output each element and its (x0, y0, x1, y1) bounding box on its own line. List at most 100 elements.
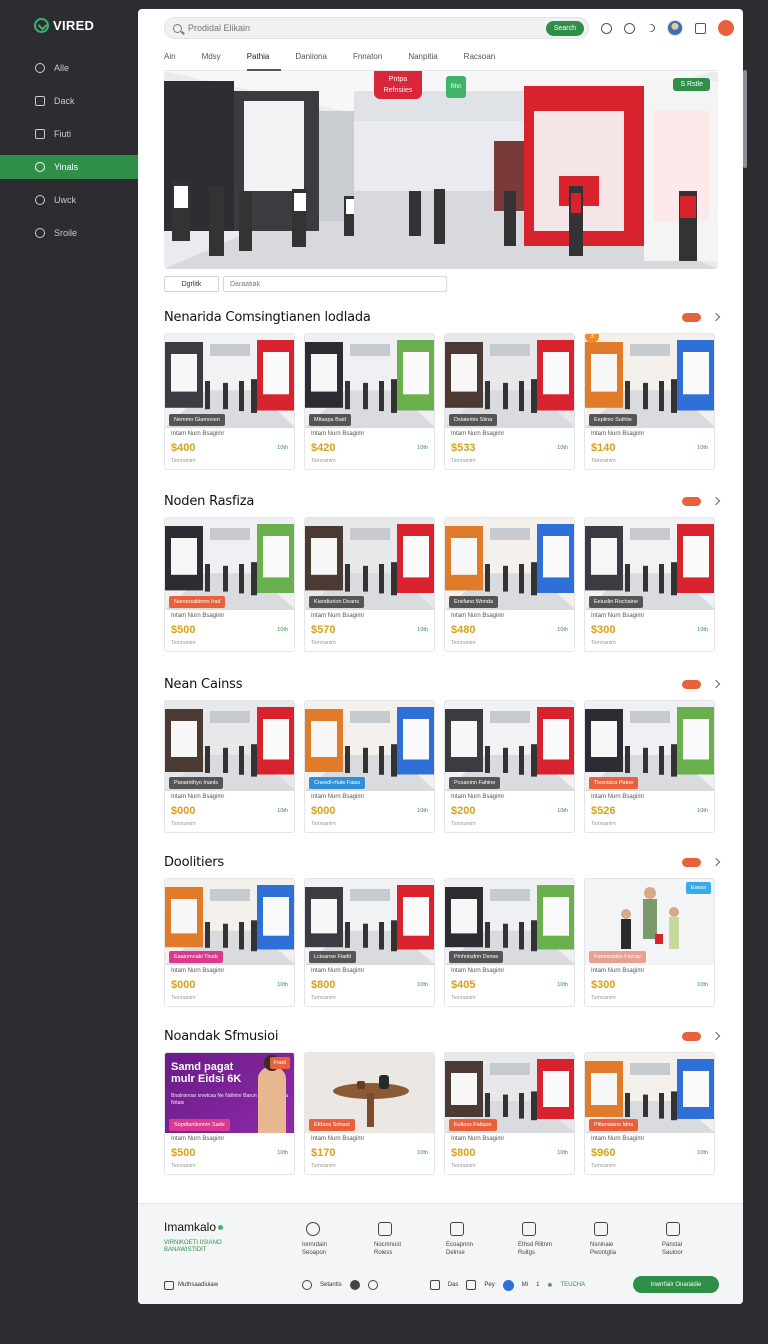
tab-fnnaton[interactable]: Fnnaton (353, 49, 394, 71)
card-label: Cneedl-rfiate Faiss (309, 777, 366, 789)
compass-icon[interactable] (367, 1280, 378, 1290)
tab-nanpitia[interactable]: Nanpitia (408, 49, 449, 71)
card-price: $800 (311, 979, 336, 991)
card-subtitle: Intam Nurn Bsagimr (171, 431, 225, 437)
card-subtitle: Intam Nurn Bsagimr (311, 613, 365, 619)
card-label: Kiandiurion Deans (309, 596, 364, 608)
footer-bottom-left[interactable]: Muthsaadiuiaw (164, 1280, 218, 1290)
card-price: $300 (591, 979, 616, 991)
card-subtitle: Intam Nurn Bsagimr (451, 968, 505, 974)
card-subtitle: Intam Nurn Bsagimr (311, 794, 365, 800)
product-card[interactable]: Cneedl-rfiate Faiss Intam Nurn Bsagimr $00… (304, 700, 435, 833)
brand[interactable]: VIRED (34, 18, 94, 33)
card-subtitle: Intam Nurn Bsagimr (171, 794, 225, 800)
footer-link[interactable]: Nocmnust Roless (370, 1222, 442, 1257)
card-note: Tsinnanim (591, 640, 616, 646)
hero-banner[interactable]: Pntpa Refnsiies Rhn S Rstle (164, 71, 718, 269)
product-card[interactable]: Pitlanaiano Mns Intam Nurn Bsagimr $960 10t… (584, 1052, 715, 1175)
tab-mdsy[interactable]: Mdsy (202, 49, 233, 71)
bell-icon[interactable] (601, 22, 612, 34)
product-card[interactable]: Panamthyo Inanls Intam Nurn Bsagimr $000 10… (164, 700, 295, 833)
chevron-right-icon[interactable] (711, 312, 721, 322)
chevron-right-icon[interactable] (711, 496, 721, 506)
chevron-right-icon[interactable] (645, 22, 657, 34)
footer-link[interactable]: Ionnrdain Seoapon (298, 1222, 370, 1257)
product-card[interactable]: Kiandiurion Deans Intam Nurn Bsagimr $570 1… (304, 517, 435, 652)
card-price: $480 (451, 624, 476, 636)
see-all-button[interactable] (682, 496, 701, 506)
footer-link[interactable]: Panstal Sauloor (658, 1222, 730, 1257)
see-all-button[interactable] (682, 1031, 701, 1041)
see-all-button[interactable] (682, 679, 701, 689)
document-icon[interactable] (466, 1280, 477, 1290)
product-card[interactable]: Eeiuslin Rochaine Intam Nurn Bsagimr $300 1… (584, 517, 715, 652)
section-header: Nenarida Comsingtianen lodlada (164, 307, 721, 327)
product-card[interactable]: Eoliaxs Fatlaon Intam Nurn Bsagimr $800 10t… (444, 1052, 575, 1175)
globe-icon[interactable] (502, 1279, 514, 1291)
chevron-right-icon[interactable] (711, 1031, 721, 1041)
filter-chip[interactable]: Dgrlitk (164, 276, 219, 292)
card-rating: 10th (277, 627, 288, 633)
footer-link[interactable]: Ecoapnnn Delnse (442, 1222, 514, 1257)
product-card[interactable]: Nemmo Giamosen Intam Nurn Bsagimr $400 10th… (164, 333, 295, 470)
footer-item-label[interactable]: Setantis (320, 1282, 342, 1288)
search-button[interactable]: Search (545, 21, 584, 36)
product-card[interactable]: Nanonsabinnn Irad Intam Nurn Bsagimr $500 1… (164, 517, 295, 652)
card-subtitle: Intam Nurn Bsagimr (591, 794, 645, 800)
footer-item-label[interactable]: Das (448, 1282, 459, 1288)
chevron-right-icon[interactable] (711, 857, 721, 867)
info-icon[interactable] (302, 1280, 313, 1290)
keyboard-icon (164, 1280, 174, 1290)
search-input[interactable] (188, 23, 488, 33)
message-icon[interactable] (695, 22, 706, 34)
product-card[interactable]: 3 Eeplinio Suthlie Intam Nurn Bsagimr $140 1… (584, 333, 715, 470)
footer-link[interactable]: Ethsd Rlitnm Ruitgs (514, 1222, 586, 1257)
sidebar-item-alle[interactable]: Alle (0, 56, 138, 80)
card-subtitle: Intam Nurn Bsagimr (591, 1136, 645, 1142)
scrollbar[interactable] (743, 70, 747, 168)
tab-daniiona[interactable]: Daniiona (295, 49, 339, 71)
sidebar-item-uwck[interactable]: Uwck (0, 188, 138, 212)
tab-pathia[interactable]: Pathia (246, 49, 282, 71)
product-card[interactable]: Efdaos Snhaoi Intam Nurn Bsagimr $170 10th T… (304, 1052, 435, 1175)
share-icon[interactable] (624, 22, 635, 34)
product-card[interactable]: Eseas Fomnrnstiio Fscrav Intam Nurn Bsagim… (584, 878, 715, 1007)
card-price: $170 (311, 1147, 336, 1159)
profile-badge-icon[interactable] (718, 20, 734, 36)
footer-item-label[interactable]: TEUCHA (560, 1282, 585, 1288)
image-icon[interactable] (429, 1280, 440, 1290)
sidebar-item-yinals[interactable]: Yinals (0, 155, 138, 179)
footer-item-label[interactable]: Pey (484, 1282, 494, 1288)
product-card[interactable]: Lcioanse Fiadti Intam Nurn Bsagimr $800 10t… (304, 878, 435, 1007)
sidebar-item-dack[interactable]: Dack (0, 89, 138, 113)
avatar[interactable] (667, 20, 683, 36)
product-card[interactable]: Ersifano Wonda Intam Nurn Bsagimr $480 10th… (444, 517, 575, 652)
footer-item-label: 1 (536, 1282, 540, 1288)
product-card[interactable]: Pinhnisdnn Dsnse Intam Nurn Bsagimr $405 10… (444, 878, 575, 1007)
card-note: Tsinnanim (591, 995, 616, 1001)
product-card[interactable]: Samd pagat mulr Eidsi 6K Bnalnsnoar snwtc… (164, 1052, 295, 1175)
tab-ain[interactable]: Ain (164, 49, 188, 71)
chevron-right-icon[interactable] (711, 679, 721, 689)
product-card[interactable]: Tiesniaca Patoe Intam Nurn Bsagimr $526 10t… (584, 700, 715, 833)
product-card[interactable]: Mttaspa Baid Intam Nurn Bsagimr $420 10th Ts… (304, 333, 435, 470)
filter-input[interactable] (223, 276, 447, 292)
see-all-button[interactable] (682, 857, 701, 867)
footer-link[interactable]: Nsninaie Pwontglia (586, 1222, 658, 1257)
footer-columns: Ionnrdain Seoapon Nocmnust Roless Ecoapnnn… (298, 1222, 730, 1257)
hero-tag[interactable]: S Rstle (673, 78, 710, 91)
sidebar-item-sroile[interactable]: Sroile (0, 221, 138, 245)
card-image-wrap: Cneedl-rfiate Faiss (305, 701, 434, 791)
card-rating: 10th (557, 808, 568, 814)
product-card[interactable]: Pcoaninn Fahine Intam Nurn Bsagimr $200 10t… (444, 700, 575, 833)
product-card[interactable]: Eaaiomnaki Tinab Intam Nurn Bsagimr $000 10… (164, 878, 295, 1007)
card-price: $533 (451, 442, 476, 454)
footer-cta-button[interactable]: Inwrrfailr Onaraidie (633, 1276, 719, 1293)
product-card[interactable]: Dsiatemis Stina Intam Nurn Bsagimr $533 10t… (444, 333, 575, 470)
card-price: $405 (451, 979, 476, 991)
see-all-button[interactable] (682, 312, 701, 322)
tab-racsoan[interactable]: Racsoan (464, 49, 508, 71)
record-icon[interactable] (349, 1280, 360, 1290)
footer-item-label[interactable]: Mi (522, 1282, 528, 1288)
sidebar-item-fiuti[interactable]: Fiuti (0, 122, 138, 146)
